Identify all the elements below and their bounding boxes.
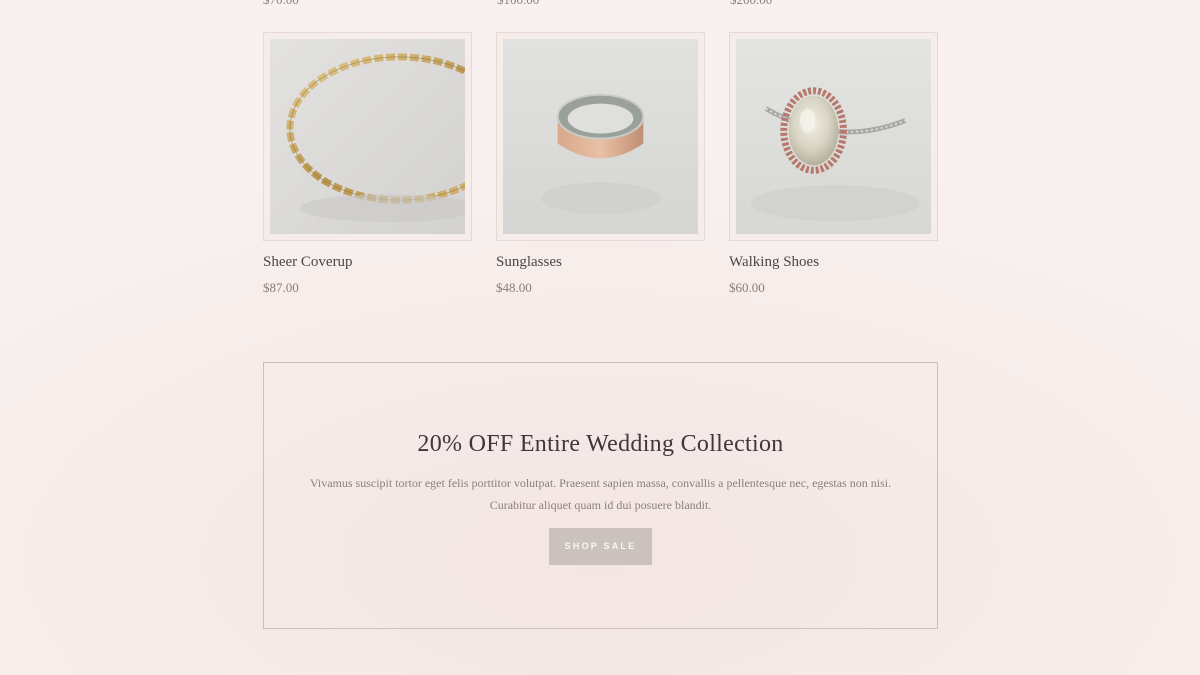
gold-twist-ring-photo: [270, 39, 465, 234]
page: $70.00 $100.00 $200.00: [0, 0, 1200, 675]
product-price: $100.00: [497, 0, 539, 8]
product-name[interactable]: Walking Shoes: [729, 254, 938, 271]
product-name[interactable]: Sheer Coverup: [263, 254, 472, 271]
promo-description: Vivamus suscipit tortor eget felis portt…: [301, 472, 901, 516]
product-grid: Sheer Coverup $87.00 Sunglasses $48.00 W…: [263, 32, 938, 296]
product-card[interactable]: Walking Shoes $60.00: [729, 32, 938, 296]
promo-text-line: Vivamus suscipit tortor eget felis portt…: [309, 476, 892, 490]
product-price: $87.00: [263, 280, 299, 295]
promo-title: 20% OFF Entire Wedding Collection: [417, 431, 784, 457]
product-price: $60.00: [729, 280, 765, 295]
product-name[interactable]: Sunglasses: [496, 254, 705, 271]
shop-sale-button[interactable]: SHOP SALE: [549, 528, 652, 565]
two-tone-band-ring-photo: [503, 39, 698, 234]
product-price: $48.00: [496, 280, 532, 295]
product-price: $200.00: [730, 0, 772, 8]
promo-banner: 20% OFF Entire Wedding Collection Vivamu…: [263, 362, 938, 629]
promo-text-line: Curabitur aliquet quam id dui posuere bl…: [489, 498, 712, 512]
product-card[interactable]: Sheer Coverup $87.00: [263, 32, 472, 296]
product-image-link[interactable]: [729, 32, 938, 241]
product-image-link[interactable]: [496, 32, 705, 241]
product-card[interactable]: Sunglasses $48.00: [496, 32, 705, 296]
oval-halo-diamond-ring-photo: [736, 39, 931, 234]
product-image-link[interactable]: [263, 32, 472, 241]
product-price: $70.00: [263, 0, 299, 8]
